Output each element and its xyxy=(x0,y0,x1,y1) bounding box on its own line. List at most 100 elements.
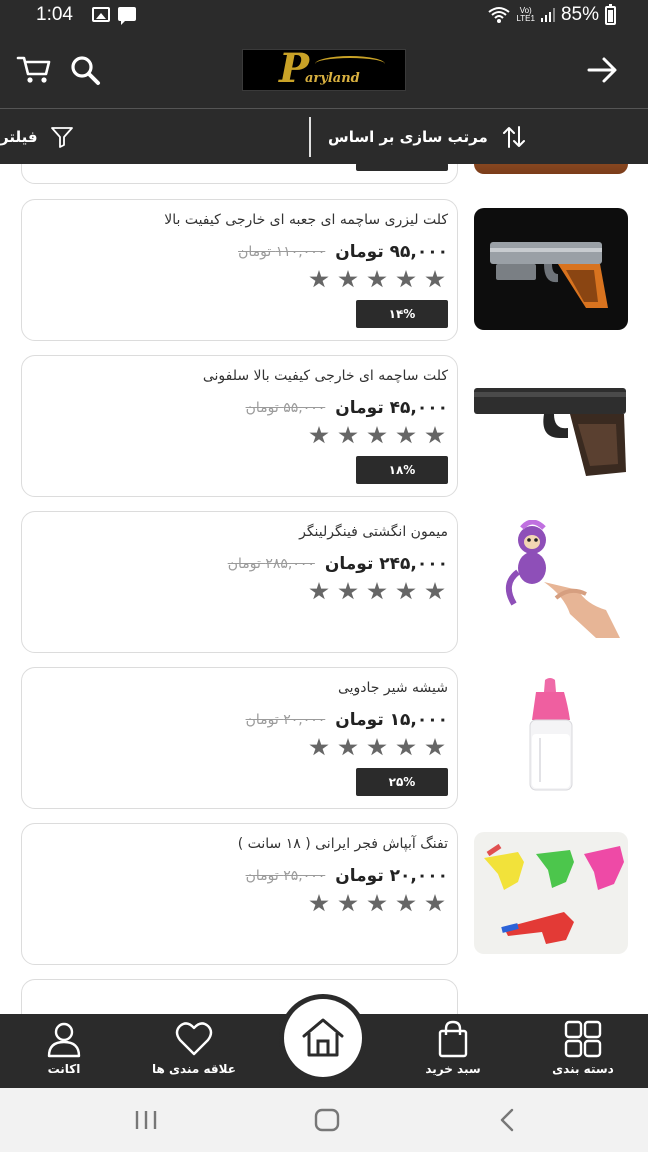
nav-account[interactable]: اکانت xyxy=(4,1014,124,1088)
new-price: ۹۵,۰۰۰ تومان xyxy=(335,242,448,262)
product-card[interactable]: میمون انگشتی فینگرلینگر ۲۴۵,۰۰۰ تومان ۲۸… xyxy=(21,511,458,653)
star-icon xyxy=(425,426,445,444)
sort-button[interactable]: مرتب سازی بر اساس xyxy=(328,109,648,165)
star-icon xyxy=(338,894,358,912)
star-icon xyxy=(338,582,358,600)
system-back-button[interactable] xyxy=(494,1107,522,1133)
finger-monkey-image xyxy=(505,520,620,638)
new-price: ۲۴۵,۰۰۰ تومان xyxy=(324,554,448,574)
product-card[interactable]: کلت لیزری ساچمه ای جعبه ای خارجی کیفیت ب… xyxy=(21,199,458,341)
product-price: ۴۵,۰۰۰ تومان ۵۵,۰۰۰ تومان xyxy=(246,398,448,418)
product-card-partial[interactable] xyxy=(21,164,458,184)
star-icon xyxy=(309,582,329,600)
status-time: 1:04 xyxy=(36,4,73,25)
signal-icon xyxy=(540,8,555,22)
nav-wishlist[interactable]: علاقه مندی ها xyxy=(134,1014,254,1088)
product-image[interactable] xyxy=(474,520,628,642)
product-title[interactable]: کلت ساچمه ای خارجی کیفیت بالا سلفونی xyxy=(203,368,448,384)
battery-percent: 85% xyxy=(560,4,599,25)
rating-stars xyxy=(309,582,445,601)
star-icon xyxy=(396,426,416,444)
status-bar: 1:04 Vo) LTE1 85% xyxy=(0,0,648,32)
product-card[interactable]: کلت ساچمه ای خارجی کیفیت بالا سلفونی ۴۵,… xyxy=(21,355,458,497)
filter-icon xyxy=(50,127,73,148)
nav-account-label: اکانت xyxy=(47,1062,81,1076)
rating-stars xyxy=(309,738,445,757)
toolbar-divider xyxy=(309,117,311,157)
search-icon xyxy=(71,56,100,85)
magic-milk-bottle-image xyxy=(529,678,573,791)
filter-button[interactable]: فیلتر xyxy=(0,109,300,165)
nav-cart[interactable]: سبد خرید xyxy=(393,1014,513,1088)
star-icon xyxy=(425,738,445,756)
star-icon xyxy=(309,894,329,912)
product-title[interactable]: شیشه شیر جادویی xyxy=(338,680,448,696)
product-price: ۲۰,۰۰۰ تومان ۲۵,۰۰۰ تومان xyxy=(246,866,448,886)
product-image[interactable] xyxy=(474,208,628,330)
product-image[interactable] xyxy=(474,832,628,954)
nav-categories-label: دسته بندی xyxy=(552,1062,614,1076)
old-price: ۲۸۵,۰۰۰ تومان xyxy=(227,556,315,572)
nav-categories[interactable]: دسته بندی xyxy=(523,1014,643,1088)
product-image[interactable] xyxy=(474,364,628,486)
back-arrow-button[interactable] xyxy=(584,54,620,86)
cart-button[interactable] xyxy=(16,54,52,86)
old-price: ۱۱۰,۰۰۰ تومان xyxy=(238,244,326,260)
shopping-bag-icon xyxy=(438,1020,468,1058)
star-icon xyxy=(367,738,387,756)
star-icon xyxy=(367,426,387,444)
product-image-partial[interactable] xyxy=(474,164,628,174)
sort-filter-bar: فیلتر مرتب سازی بر اساس xyxy=(0,108,648,164)
star-icon xyxy=(425,582,445,600)
star-icon xyxy=(396,270,416,288)
product-title[interactable]: میمون انگشتی فینگرلینگر xyxy=(299,524,448,540)
message-notification-icon xyxy=(118,7,136,25)
recent-apps-button[interactable] xyxy=(132,1107,160,1133)
star-icon xyxy=(425,894,445,912)
product-card-partial[interactable] xyxy=(21,979,458,1014)
laser-pistol-image xyxy=(490,242,608,308)
filter-label: فیلتر xyxy=(0,128,38,146)
star-icon xyxy=(367,582,387,600)
star-icon xyxy=(396,894,416,912)
system-home-button[interactable] xyxy=(313,1107,341,1133)
heart-icon xyxy=(175,1022,213,1056)
status-indicators: Vo) LTE1 85% xyxy=(488,3,616,26)
cart-icon xyxy=(16,56,51,83)
recent-apps-icon xyxy=(135,1111,157,1129)
product-image[interactable] xyxy=(474,676,628,798)
brand-logo[interactable]: P aryland xyxy=(242,49,406,91)
home-button[interactable] xyxy=(279,994,367,1082)
search-button[interactable] xyxy=(68,54,104,86)
nav-cart-label: سبد خرید xyxy=(425,1062,481,1076)
gallery-notification-icon xyxy=(92,7,110,22)
discount-badge: ۱۴% xyxy=(356,300,448,328)
sort-arrows-icon xyxy=(502,126,525,148)
water-guns-image xyxy=(484,843,624,944)
logo-text: aryland xyxy=(305,71,360,86)
product-card[interactable]: تفنگ آبپاش فجر ایرانی ( ۱۸ سانت ) ۲۰,۰۰۰… xyxy=(21,823,458,965)
app-screen: 1:04 Vo) LTE1 85% P aryland فیلتر مرتب س… xyxy=(0,0,648,1152)
old-price: ۵۵,۰۰۰ تومان xyxy=(245,400,326,416)
star-icon xyxy=(309,426,329,444)
pellet-pistol-image xyxy=(474,388,626,476)
app-header: P aryland xyxy=(0,32,648,108)
star-icon xyxy=(338,426,358,444)
wifi-icon xyxy=(488,7,511,23)
rating-stars xyxy=(309,894,445,913)
product-list[interactable]: کلت لیزری ساچمه ای جعبه ای خارجی کیفیت ب… xyxy=(0,164,648,1014)
system-navigation-bar xyxy=(0,1088,648,1152)
product-card[interactable]: شیشه شیر جادویی ۱۵,۰۰۰ تومان ۲۰,۰۰۰ توما… xyxy=(21,667,458,809)
star-icon xyxy=(396,738,416,756)
nav-wishlist-label: علاقه مندی ها xyxy=(152,1062,236,1076)
arrow-right-icon xyxy=(587,57,617,83)
product-title[interactable]: تفنگ آبپاش فجر ایرانی ( ۱۸ سانت ) xyxy=(238,836,448,852)
user-icon xyxy=(47,1022,81,1058)
sort-label: مرتب سازی بر اساس xyxy=(328,128,488,146)
product-price: ۹۵,۰۰۰ تومان ۱۱۰,۰۰۰ تومان xyxy=(238,242,448,262)
old-price: ۲۰,۰۰۰ تومان xyxy=(245,712,326,728)
lte-label: Vo) LTE1 xyxy=(516,6,535,23)
product-title[interactable]: کلت لیزری ساچمه ای جعبه ای خارجی کیفیت ب… xyxy=(164,212,448,228)
rating-stars xyxy=(309,270,445,289)
star-icon xyxy=(338,738,358,756)
